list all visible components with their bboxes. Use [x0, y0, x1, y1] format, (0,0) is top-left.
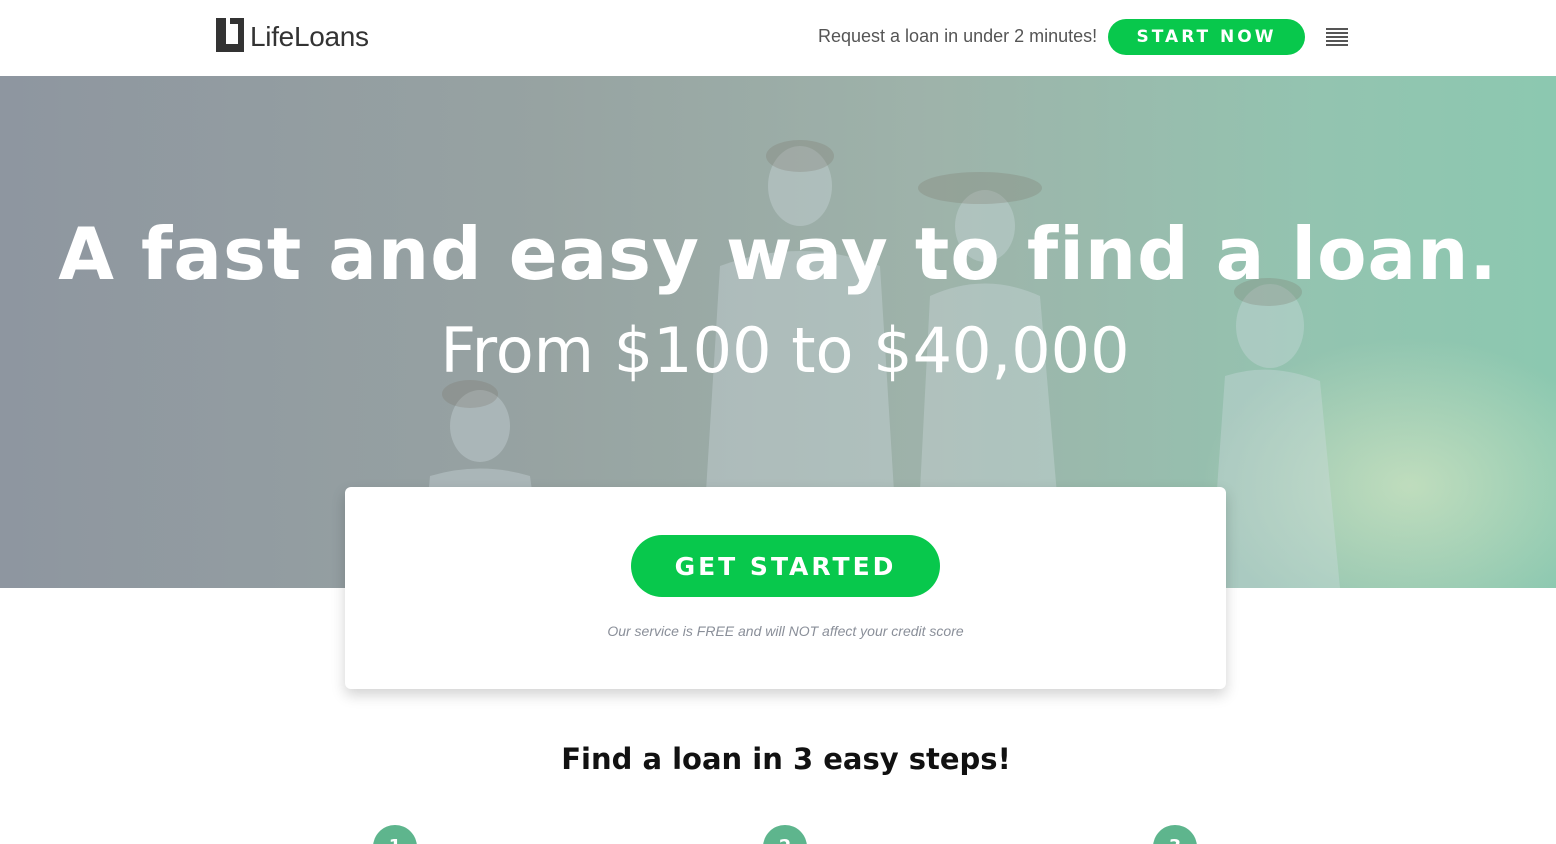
header-tagline: Request a loan in under 2 minutes!: [818, 26, 1098, 46]
step-number-3: 3: [1153, 825, 1197, 844]
hamburger-menu-icon[interactable]: [1326, 28, 1348, 46]
hero-title: A fast and easy way to find a loan.: [58, 212, 1498, 296]
free-service-disclaimer: Our service is FREE and will NOT affect …: [607, 623, 964, 639]
steps-heading: Find a loan in 3 easy steps!: [561, 742, 1011, 776]
get-started-button[interactable]: GET STARTED: [631, 535, 940, 597]
hero-subtitle: From $100 to $40,000: [440, 314, 1130, 387]
site-header: LifeLoans Request a loan in under 2 minu…: [0, 0, 1556, 76]
lifeloans-logo[interactable]: LifeLoans: [216, 16, 369, 52]
logo-mark-icon: [216, 18, 246, 52]
logo-text: LifeLoans: [250, 21, 369, 52]
cta-card: GET STARTED Our service is FREE and will…: [345, 487, 1226, 689]
step-number-1: 1: [373, 825, 417, 844]
step-number-2: 2: [763, 825, 807, 844]
start-now-button[interactable]: START NOW: [1108, 19, 1305, 55]
